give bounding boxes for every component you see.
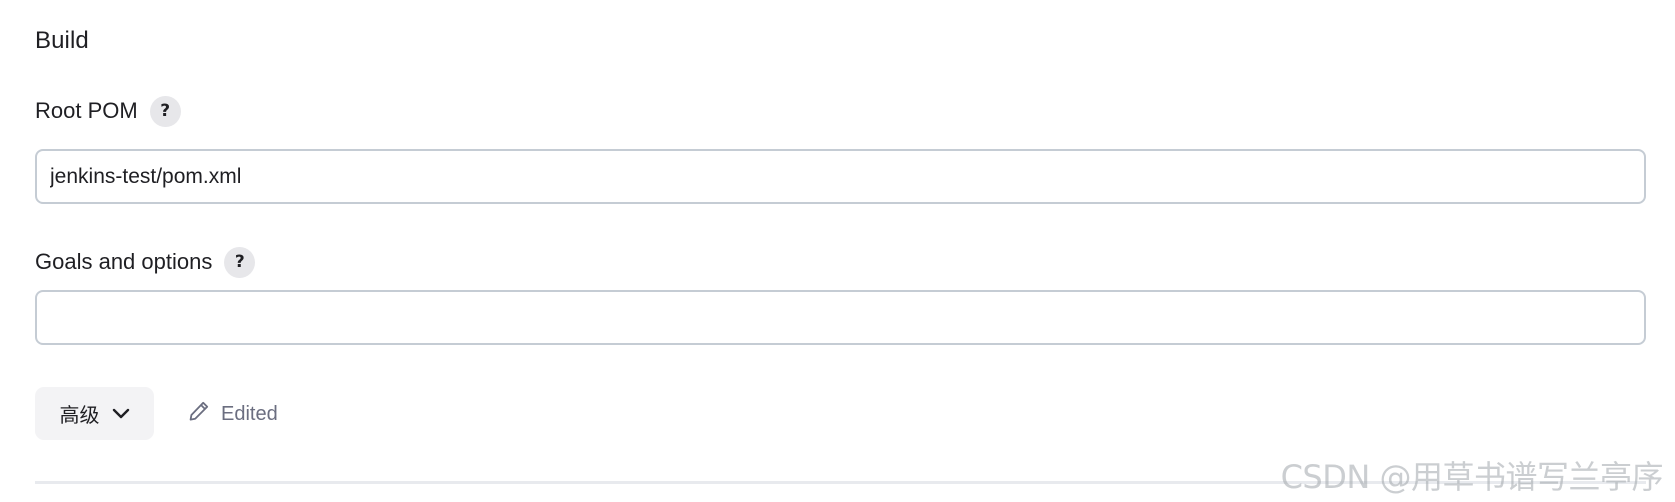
pencil-icon <box>188 400 210 428</box>
root-pom-help-icon[interactable]: ? <box>149 95 181 127</box>
goals-label: Goals and options <box>35 249 213 274</box>
edited-label: Edited <box>221 402 278 425</box>
section-title: Build <box>35 27 89 54</box>
root-pom-input[interactable] <box>35 149 1646 204</box>
goals-help-icon[interactable]: ? <box>224 246 256 278</box>
watermark-text: CSDN @用草书谱写兰亭序 <box>1280 458 1664 496</box>
goals-input[interactable] <box>35 290 1646 345</box>
chevron-down-icon <box>112 408 130 420</box>
root-pom-label: Root POM <box>35 98 138 123</box>
advanced-label: 高级 <box>59 403 100 427</box>
goals-label-row: Goals and options ? <box>35 246 256 278</box>
root-pom-label-row: Root POM ? <box>35 95 181 127</box>
edited-indicator: Edited <box>188 400 278 428</box>
advanced-button[interactable]: 高级 <box>35 387 154 440</box>
